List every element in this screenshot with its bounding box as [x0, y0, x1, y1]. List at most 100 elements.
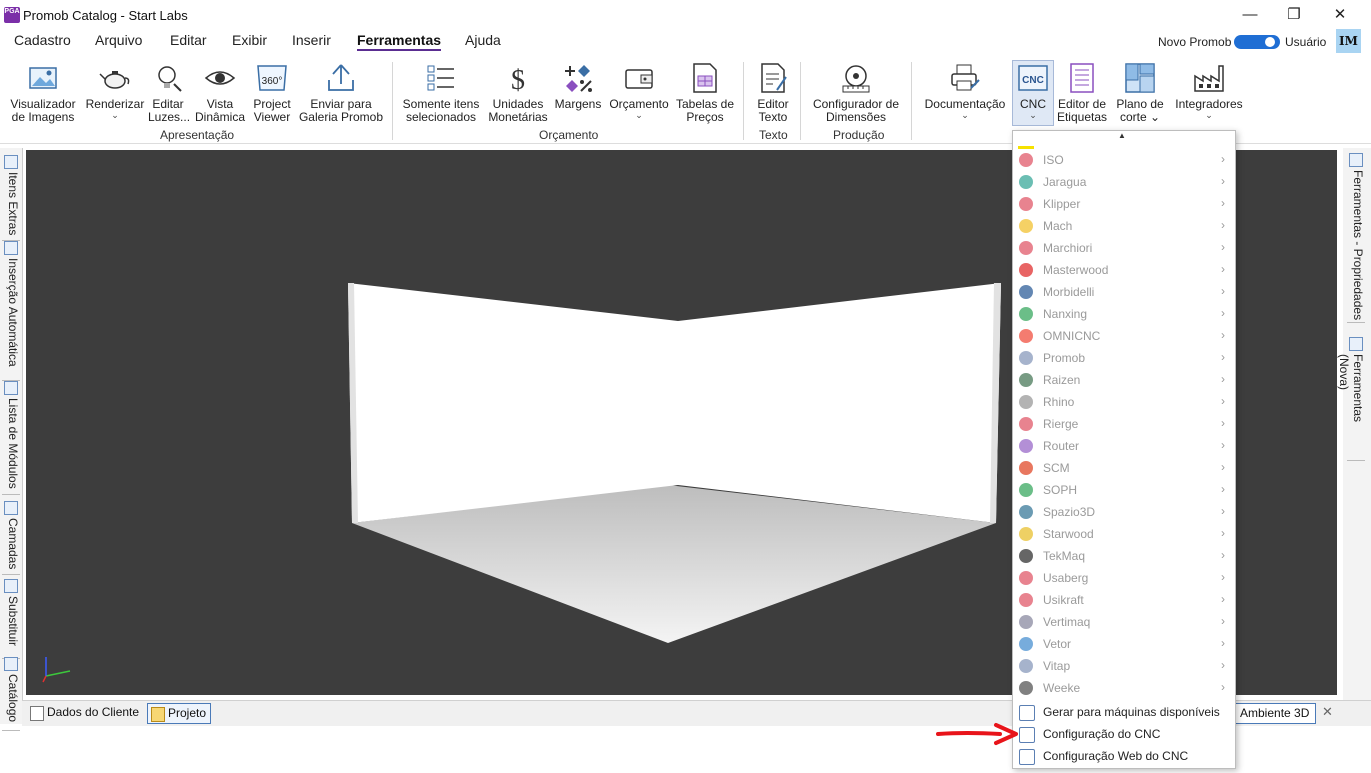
cnc-menu-item-label: Vetor	[1043, 637, 1072, 651]
menu-editar[interactable]: Editar	[170, 32, 207, 48]
cnc-menu-item-label: Marchiori	[1043, 241, 1093, 255]
margens-button[interactable]: Margens	[553, 62, 603, 111]
menu-ajuda[interactable]: Ajuda	[465, 32, 501, 48]
tabelas-precos-button[interactable]: Tabelas de Preços	[674, 62, 736, 124]
cnc-menu-item-label: Raizen	[1043, 373, 1081, 387]
submenu-arrow-icon: ›	[1221, 526, 1225, 540]
cnc-menu-item-klipper[interactable]: Klipper ›	[1013, 193, 1233, 215]
cnc-menu-item-starwood[interactable]: Starwood ›	[1013, 523, 1233, 545]
maximize-button[interactable]: ❐	[1276, 4, 1312, 26]
close-button[interactable]: ✕	[1322, 4, 1358, 26]
cnc-config-icon	[1019, 727, 1035, 743]
light-bulb-icon	[158, 66, 182, 92]
integradores-button[interactable]: Integradores ⌄	[1172, 62, 1246, 120]
cnc-menu-item-mach[interactable]: Mach ›	[1013, 215, 1233, 237]
cnc-menu-item-router[interactable]: Router ›	[1013, 435, 1233, 457]
submenu-arrow-icon: ›	[1221, 152, 1225, 166]
vetor-logo-icon	[1019, 637, 1033, 651]
cnc-menu-item-spazio3d[interactable]: Spazio3D ›	[1013, 501, 1233, 523]
cnc-menu-item-omnicnc[interactable]: OMNICNC ›	[1013, 325, 1233, 347]
menu-arquivo[interactable]: Arquivo	[95, 32, 142, 48]
tab-catalogo[interactable]: Catálogo	[2, 654, 20, 731]
cnc-menu-item-raizen[interactable]: Raizen ›	[1013, 369, 1233, 391]
cnc-menu-item-vetor[interactable]: Vetor ›	[1013, 633, 1233, 655]
cnc-menu-item-vertimaq[interactable]: Vertimaq ›	[1013, 611, 1233, 633]
editar-luzes-button[interactable]: Editar Luzes...	[148, 62, 190, 124]
minimize-button[interactable]: —	[1232, 4, 1268, 26]
cnc-button[interactable]: CNC CNC ⌄	[1013, 62, 1053, 120]
configurador-dimensoes-button[interactable]: Configurador de Dimensões	[810, 62, 902, 124]
cnc-menu-item-weeke[interactable]: Weeke ›	[1013, 677, 1233, 699]
usikraft-logo-icon	[1019, 593, 1033, 607]
tab-insercao-automatica[interactable]: Inserção Automática	[2, 238, 20, 381]
menu-ferramentas[interactable]: Ferramentas	[357, 32, 442, 51]
configuracao-cnc-button[interactable]: Configuração do CNC	[1013, 723, 1233, 745]
tab-dados-cliente[interactable]: Dados do Cliente	[27, 703, 143, 722]
cnc-menu-item-usaberg[interactable]: Usaberg ›	[1013, 567, 1233, 589]
submenu-arrow-icon: ›	[1221, 614, 1225, 628]
svg-text:$: $	[511, 65, 525, 94]
teapot-icon	[99, 71, 130, 89]
cnc-menu-item-soph[interactable]: SOPH ›	[1013, 479, 1233, 501]
tab-camadas[interactable]: Camadas	[2, 498, 20, 575]
submenu-arrow-icon: ›	[1221, 240, 1225, 254]
cnc-menu-item-tekmaq[interactable]: TekMaq ›	[1013, 545, 1233, 567]
project-viewer-button[interactable]: 360° Project Viewer	[251, 62, 293, 124]
axis-gizmo-icon	[42, 657, 71, 683]
plano-corte-button[interactable]: Plano de corte ⌄	[1112, 62, 1168, 124]
close-ambiente-icon[interactable]: ✕	[1322, 704, 1333, 720]
submenu-arrow-icon: ›	[1221, 394, 1225, 408]
cnc-menu-item-rierge[interactable]: Rierge ›	[1013, 413, 1233, 435]
tab-projeto[interactable]: Projeto	[147, 703, 212, 724]
cnc-menu-item-label: Usaberg	[1043, 571, 1089, 585]
cnc-action-label: Configuração do CNC	[1043, 727, 1161, 741]
submenu-arrow-icon: ›	[1221, 218, 1225, 232]
eye-icon	[204, 71, 236, 85]
cnc-menu-item-nanxing[interactable]: Nanxing ›	[1013, 303, 1233, 325]
editor-etiquetas-button[interactable]: Editor de Etiquetas	[1054, 62, 1110, 124]
rhino-logo-icon	[1019, 395, 1033, 409]
tab-lista-modulos[interactable]: Lista de Módulos	[2, 378, 20, 495]
cnc-action-label: Gerar para máquinas disponíveis	[1043, 705, 1220, 719]
tab-ferramentas-nova[interactable]: Ferramentas (Nova)	[1337, 334, 1365, 461]
cnc-menu-item-morbidelli[interactable]: Morbidelli ›	[1013, 281, 1233, 303]
cnc-config-icon	[1019, 705, 1035, 721]
cnc-menu-item-masterwood[interactable]: Masterwood ›	[1013, 259, 1233, 281]
somente-itens-button[interactable]: Somente itens selecionados	[400, 62, 482, 124]
rierge-logo-icon	[1019, 417, 1033, 431]
visualizador-imagens-button[interactable]: Visualizador de Imagens	[10, 62, 76, 124]
submenu-arrow-icon: ›	[1221, 482, 1225, 496]
tab-ambiente-3d[interactable]: Ambiente 3D	[1233, 703, 1317, 724]
cnc-menu-item-scm[interactable]: SCM ›	[1013, 457, 1233, 479]
tab-ferramentas-propriedades[interactable]: Ferramentas - Propriedades	[1347, 150, 1365, 323]
cnc-menu-item-rhino[interactable]: Rhino ›	[1013, 391, 1233, 413]
enviar-galeria-button[interactable]: Enviar para Galeria Promob	[297, 62, 385, 124]
unidades-monetarias-button[interactable]: $ Unidades Monetárias	[486, 62, 550, 124]
configuracao-web-cnc-button[interactable]: Configuração Web do CNC	[1013, 745, 1233, 767]
tab-substituir[interactable]: Substituir	[2, 576, 20, 659]
cnc-icon: CNC	[1018, 65, 1048, 91]
cnc-menu-item-usikraft[interactable]: Usikraft ›	[1013, 589, 1233, 611]
submenu-arrow-icon: ›	[1221, 350, 1225, 364]
cnc-menu-item-label: Mach	[1043, 219, 1073, 233]
vista-dinamica-button[interactable]: Vista Dinâmica	[194, 62, 246, 124]
menu-inserir[interactable]: Inserir	[292, 32, 331, 48]
avatar[interactable]: IM	[1336, 29, 1361, 53]
cnc-menu-item-label: Morbidelli	[1043, 285, 1095, 299]
cnc-menu-item-iso[interactable]: ISO ›	[1013, 149, 1233, 171]
editor-texto-button[interactable]: Editor Texto	[752, 62, 794, 124]
price-table-icon	[693, 63, 717, 93]
documentacao-button[interactable]: Documentação ⌄	[922, 62, 1008, 120]
renderizar-button[interactable]: Renderizar ⌄	[84, 62, 146, 120]
menu-cadastro[interactable]: Cadastro	[14, 32, 71, 48]
cnc-menu-item-label: Jaragua	[1043, 175, 1087, 189]
cnc-menu-item-marchiori[interactable]: Marchiori ›	[1013, 237, 1233, 259]
tab-itens-extras[interactable]: Itens Extras	[2, 152, 20, 241]
menu-exibir[interactable]: Exibir	[232, 32, 267, 48]
gerar-maquinas-button[interactable]: Gerar para máquinas disponíveis	[1013, 701, 1233, 723]
cnc-menu-item-label: Vitap	[1043, 659, 1071, 673]
cnc-menu-item-promob[interactable]: Promob ›	[1013, 347, 1233, 369]
orcamento-button[interactable]: Orçamento ⌄	[606, 62, 672, 120]
cnc-menu-item-jaragua[interactable]: Jaragua ›	[1013, 171, 1233, 193]
cnc-menu-item-vitap[interactable]: Vitap ›	[1013, 655, 1233, 677]
